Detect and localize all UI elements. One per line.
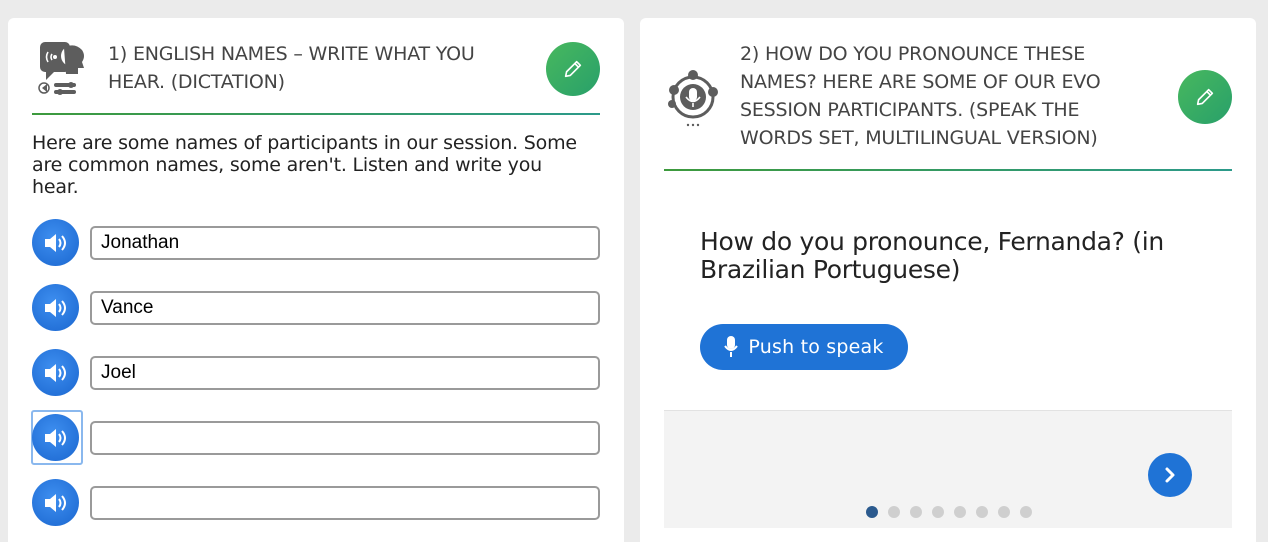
slide-dot[interactable] — [866, 506, 878, 518]
dictation-icon — [38, 40, 88, 98]
next-slide-button[interactable] — [1148, 453, 1192, 497]
pronounce-card: 2) HOW DO YOU PRONOUNCE THESE NAMES? HER… — [640, 18, 1256, 542]
push-to-speak-label: Push to speak — [748, 336, 884, 358]
slide-dot[interactable] — [932, 506, 944, 518]
push-to-speak-button[interactable]: Push to speak — [700, 324, 908, 370]
play-audio-button[interactable] — [32, 414, 79, 461]
speaker-icon — [44, 428, 66, 447]
name-input[interactable] — [90, 421, 600, 455]
play-audio-button[interactable] — [32, 219, 79, 266]
slide-dot[interactable] — [910, 506, 922, 518]
speaker-icon — [44, 363, 66, 382]
play-audio-button[interactable] — [32, 479, 79, 526]
microphone-icon — [724, 336, 739, 357]
header-divider — [32, 113, 600, 115]
slide-dot[interactable] — [888, 506, 900, 518]
slide-dot[interactable] — [976, 506, 988, 518]
slide-dot[interactable] — [1020, 506, 1032, 518]
slide-dots — [866, 506, 1032, 518]
dictation-row — [31, 410, 600, 465]
dictation-row — [32, 284, 600, 332]
speak-words-icon — [666, 70, 720, 128]
activity-title: 1) ENGLISH NAMES – WRITE WHAT YOU HEAR. … — [108, 43, 475, 93]
name-input[interactable] — [90, 486, 600, 520]
dictation-card: 1) ENGLISH NAMES – WRITE WHAT YOU HEAR. … — [8, 18, 624, 542]
edit-button[interactable] — [1178, 70, 1232, 124]
speaker-icon — [44, 298, 66, 317]
pencil-icon — [1196, 88, 1214, 106]
name-input[interactable] — [90, 291, 600, 325]
speaker-icon — [44, 493, 66, 512]
dictation-row — [32, 479, 600, 527]
header-divider — [664, 169, 1232, 171]
activity-title: 2) HOW DO YOU PRONOUNCE THESE NAMES? HER… — [740, 43, 1101, 149]
slide-dot[interactable] — [998, 506, 1010, 518]
dictation-row — [32, 349, 600, 397]
slide-carousel — [664, 410, 1232, 528]
edit-button[interactable] — [546, 42, 600, 96]
pronounce-question: How do you pronounce, Fernanda? (in Braz… — [700, 227, 1164, 284]
activity-description: Here are some names of participants in o… — [32, 132, 577, 198]
play-audio-button[interactable] — [32, 284, 79, 331]
name-input[interactable] — [90, 356, 600, 390]
name-input[interactable] — [90, 226, 600, 260]
play-audio-button[interactable] — [32, 349, 79, 396]
dictation-row — [32, 219, 600, 267]
speaker-icon — [44, 233, 66, 252]
pencil-icon — [564, 60, 582, 78]
slide-dot[interactable] — [954, 506, 966, 518]
chevron-right-icon — [1165, 467, 1175, 483]
